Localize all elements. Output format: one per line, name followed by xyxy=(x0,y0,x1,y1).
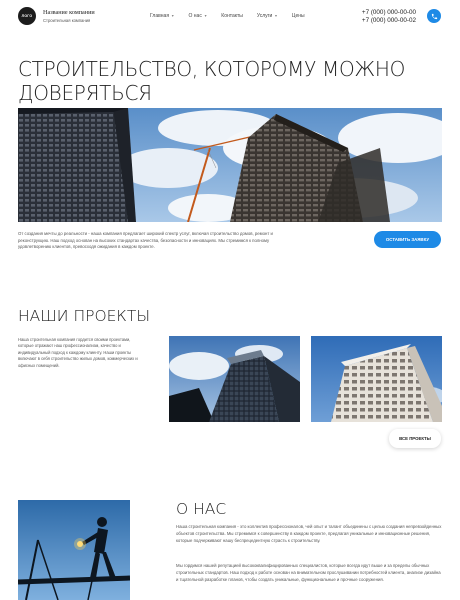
company-tagline: Строительная компания xyxy=(43,18,91,23)
main-nav: Главная ▼ О нас ▼ Контакты Услуги ▼ Цены xyxy=(150,13,319,19)
hero-image xyxy=(18,108,442,222)
nav-item-contacts[interactable]: Контакты xyxy=(221,13,243,19)
phone-icon xyxy=(431,13,437,19)
nav-item-prices[interactable]: Цены xyxy=(292,13,305,19)
phone-numbers: +7 (000) 000-00-00 +7 (000) 000-00-02 xyxy=(362,9,416,25)
company-name: Название компании xyxy=(43,9,95,16)
about-title: О нас xyxy=(176,500,227,518)
phone-1[interactable]: +7 (000) 000-00-00 xyxy=(362,9,416,17)
chevron-down-icon: ▼ xyxy=(203,14,208,18)
all-projects-button[interactable]: Все проекты xyxy=(389,429,441,448)
nav-item-about[interactable]: О нас ▼ xyxy=(189,13,208,19)
chevron-down-icon: ▼ xyxy=(171,14,175,18)
projects-description: Наша строительная компания гордится свои… xyxy=(18,337,138,368)
hero-description: От создания мечты до реальности - наша к… xyxy=(18,231,273,250)
nav-item-home[interactable]: Главная ▼ xyxy=(150,13,175,19)
hero-title: Строительство, которому можно доверяться xyxy=(18,57,406,105)
about-image xyxy=(18,500,130,600)
call-button[interactable] xyxy=(427,9,441,23)
logo[interactable]: ЛОГО xyxy=(18,7,36,25)
nav-item-services[interactable]: Услуги ▼ xyxy=(257,13,278,19)
about-paragraph: Наша строительная компания - это коллект… xyxy=(176,524,442,543)
leave-request-button[interactable]: Оставить заявку xyxy=(374,231,441,248)
project-image[interactable] xyxy=(311,336,442,422)
about-paragraph: Мы гордимся нашей репутацией высококвали… xyxy=(176,563,441,582)
chevron-down-icon: ▼ xyxy=(274,14,278,18)
phone-2[interactable]: +7 (000) 000-00-02 xyxy=(362,17,416,25)
project-image[interactable] xyxy=(169,336,300,422)
projects-title: Наши проекты xyxy=(18,307,151,325)
